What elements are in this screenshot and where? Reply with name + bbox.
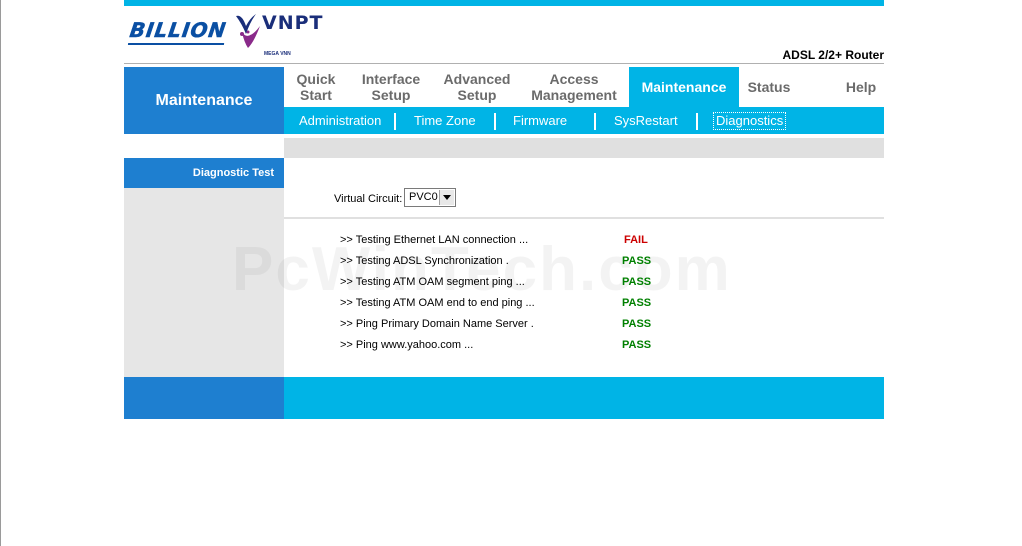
vnpt-logo: VNPT MEGA VNN [234, 12, 324, 58]
submenu-time-zone[interactable]: Time Zone [414, 113, 476, 129]
test-label: >> Testing ATM OAM segment ping ... [340, 276, 525, 288]
menu-label-line1: Maintenance [641, 79, 727, 95]
submenu-sysrestart[interactable]: SysRestart [614, 113, 678, 129]
submenu-firmware[interactable]: Firmware [513, 113, 567, 129]
test-row: >> Testing ATM OAM end to end ping ... P… [340, 297, 760, 311]
menu-label-line1: Help [845, 79, 877, 95]
menu-label-line1: Quick [296, 71, 336, 87]
menu-interface-setup[interactable]: Interface Setup [348, 67, 434, 107]
menu-label-line1: Advanced [443, 71, 511, 87]
test-row: >> Ping www.yahoo.com ... PASS [340, 339, 760, 353]
test-row: >> Testing Ethernet LAN connection ... F… [340, 234, 760, 248]
billion-logo-text: BILLION [128, 18, 229, 43]
virtual-circuit-label: Virtual Circuit: [334, 193, 403, 205]
menu-label-line2: Start [300, 87, 332, 103]
test-result: PASS [622, 297, 652, 309]
test-label: >> Testing ADSL Synchronization . [340, 255, 509, 267]
test-row: >> Testing ATM OAM segment ping ... PASS [340, 276, 760, 290]
menu-maintenance[interactable]: Maintenance [629, 67, 739, 107]
menu-quick-start[interactable]: Quick Start [284, 67, 348, 107]
test-result: PASS [622, 255, 652, 267]
submenu-separator [696, 113, 698, 130]
header-divider [124, 63, 884, 64]
page-title: Maintenance [124, 67, 284, 134]
billion-logo-underline [127, 43, 225, 45]
submenu: Administration Time Zone Firmware SysRes… [284, 107, 884, 134]
virtual-circuit-value: PVC0 [409, 191, 438, 203]
menu-label-line2: Setup [371, 87, 411, 103]
test-label: >> Ping Primary Domain Name Server . [340, 318, 534, 330]
menu-label-line1: Access [549, 71, 599, 87]
footer-left [124, 377, 284, 419]
submenu-administration[interactable]: Administration [299, 113, 381, 129]
test-result: PASS [622, 339, 652, 351]
test-row: >> Testing ADSL Synchronization . PASS [340, 255, 760, 269]
chevron-down-icon[interactable] [439, 190, 454, 205]
menu-access-management[interactable]: Access Management [520, 67, 628, 107]
test-result: FAIL [624, 234, 648, 246]
menu-label-line2: Management [531, 87, 617, 103]
test-result: PASS [622, 276, 652, 288]
sidebar-heading: Diagnostic Test [124, 158, 284, 188]
content-divider [284, 217, 884, 219]
content-top-bar [284, 138, 884, 158]
menu-advanced-setup[interactable]: Advanced Setup [434, 67, 520, 107]
billion-logo: BILLION [127, 18, 229, 45]
product-name: ADSL 2/2+ Router [782, 48, 884, 62]
sidebar [124, 158, 284, 377]
menu-label-line1: Status [747, 79, 791, 95]
vnpt-emblem-icon [236, 14, 260, 48]
menu-label-line2: Setup [457, 87, 497, 103]
top-stripe [124, 0, 884, 6]
test-label: >> Testing ATM OAM end to end ping ... [340, 297, 535, 309]
test-label: >> Ping www.yahoo.com ... [340, 339, 474, 351]
menu-label-line1: Interface [361, 71, 421, 87]
test-label: >> Testing Ethernet LAN connection ... [340, 234, 529, 246]
virtual-circuit-select[interactable]: PVC0 [404, 188, 456, 207]
footer-right [284, 377, 884, 419]
submenu-separator [494, 113, 496, 130]
submenu-diagnostics[interactable]: Diagnostics [712, 112, 787, 130]
menu-status[interactable]: Status [739, 67, 799, 107]
menu-help[interactable]: Help [829, 67, 893, 107]
submenu-separator [594, 113, 596, 130]
test-result: PASS [622, 318, 652, 330]
vnpt-logo-text: VNPT [262, 12, 324, 34]
main-menu: Quick Start Interface Setup Advanced Setup … [284, 67, 884, 107]
test-row: >> Ping Primary Domain Name Server . PAS… [340, 318, 760, 332]
vnpt-logo-subtext: MEGA VNN [264, 51, 291, 57]
submenu-separator [394, 113, 396, 130]
